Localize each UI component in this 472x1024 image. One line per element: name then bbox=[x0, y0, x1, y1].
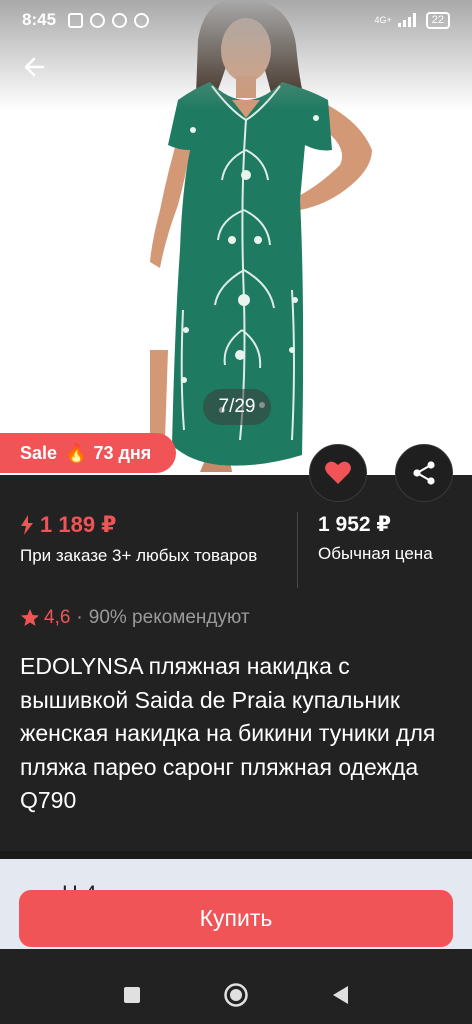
rating-value: 4,6 bbox=[44, 607, 71, 628]
sale-badge: Sale 🔥 73 дня bbox=[0, 433, 176, 473]
back-button[interactable] bbox=[18, 50, 52, 84]
star-icon bbox=[21, 609, 39, 626]
system-back-button[interactable] bbox=[325, 980, 355, 1010]
favorite-button[interactable] bbox=[309, 444, 367, 502]
status-right: 4G+ 22 bbox=[374, 11, 450, 29]
home-circle-icon bbox=[224, 983, 248, 1007]
sale-label: Sale bbox=[20, 442, 58, 463]
pinwheel-icon bbox=[134, 12, 150, 28]
regular-price: 1 952 ₽ bbox=[318, 513, 391, 536]
section-divider bbox=[0, 851, 472, 859]
sale-price-note: При заказе 3+ любых товаров bbox=[20, 546, 258, 565]
nfc-icon bbox=[68, 12, 84, 28]
recents-square-icon bbox=[124, 987, 140, 1003]
signal-icon bbox=[397, 13, 416, 27]
status-time: 8:45 bbox=[22, 10, 57, 29]
share-button[interactable] bbox=[395, 444, 453, 502]
lightning-icon bbox=[21, 515, 33, 535]
rating-separator: · bbox=[76, 607, 83, 628]
gallery-counter: 7/29 bbox=[203, 389, 271, 425]
notification-icons bbox=[68, 12, 150, 28]
system-nav-bar bbox=[0, 966, 472, 1024]
sale-days: 73 дня bbox=[93, 442, 152, 463]
buy-button[interactable]: Купить bbox=[19, 890, 453, 947]
rating-row[interactable]: 4,6 · 90% рекомендуют bbox=[20, 607, 250, 629]
sale-price: 1 189 ₽ bbox=[20, 512, 116, 538]
regular-price-note: Обычная цена bbox=[318, 544, 433, 563]
heart-icon bbox=[325, 461, 351, 484]
home-button[interactable] bbox=[221, 980, 251, 1010]
status-bar: 8:45 4G+ 22 bbox=[0, 0, 472, 40]
recents-button[interactable] bbox=[117, 980, 147, 1010]
price-divider bbox=[297, 512, 298, 588]
share-icon bbox=[413, 461, 435, 485]
back-triangle-icon bbox=[333, 986, 348, 1004]
recommend-text: 90% рекомендуют bbox=[88, 607, 250, 628]
network-type: 4G+ bbox=[374, 14, 392, 25]
chat-bubble-icon bbox=[112, 12, 128, 28]
back-arrow-icon bbox=[24, 57, 45, 77]
whatsapp-icon bbox=[90, 12, 106, 28]
price-section: 1 189 ₽ При заказе 3+ любых товаров 1 95… bbox=[20, 510, 460, 590]
battery-icon: 22 bbox=[425, 11, 450, 29]
product-title: EDOLYNSA пляжная накидка с вышивкой Said… bbox=[20, 653, 436, 813]
sale-price-value: 1 189 ₽ bbox=[40, 512, 117, 537]
fire-icon: 🔥 bbox=[65, 442, 88, 463]
